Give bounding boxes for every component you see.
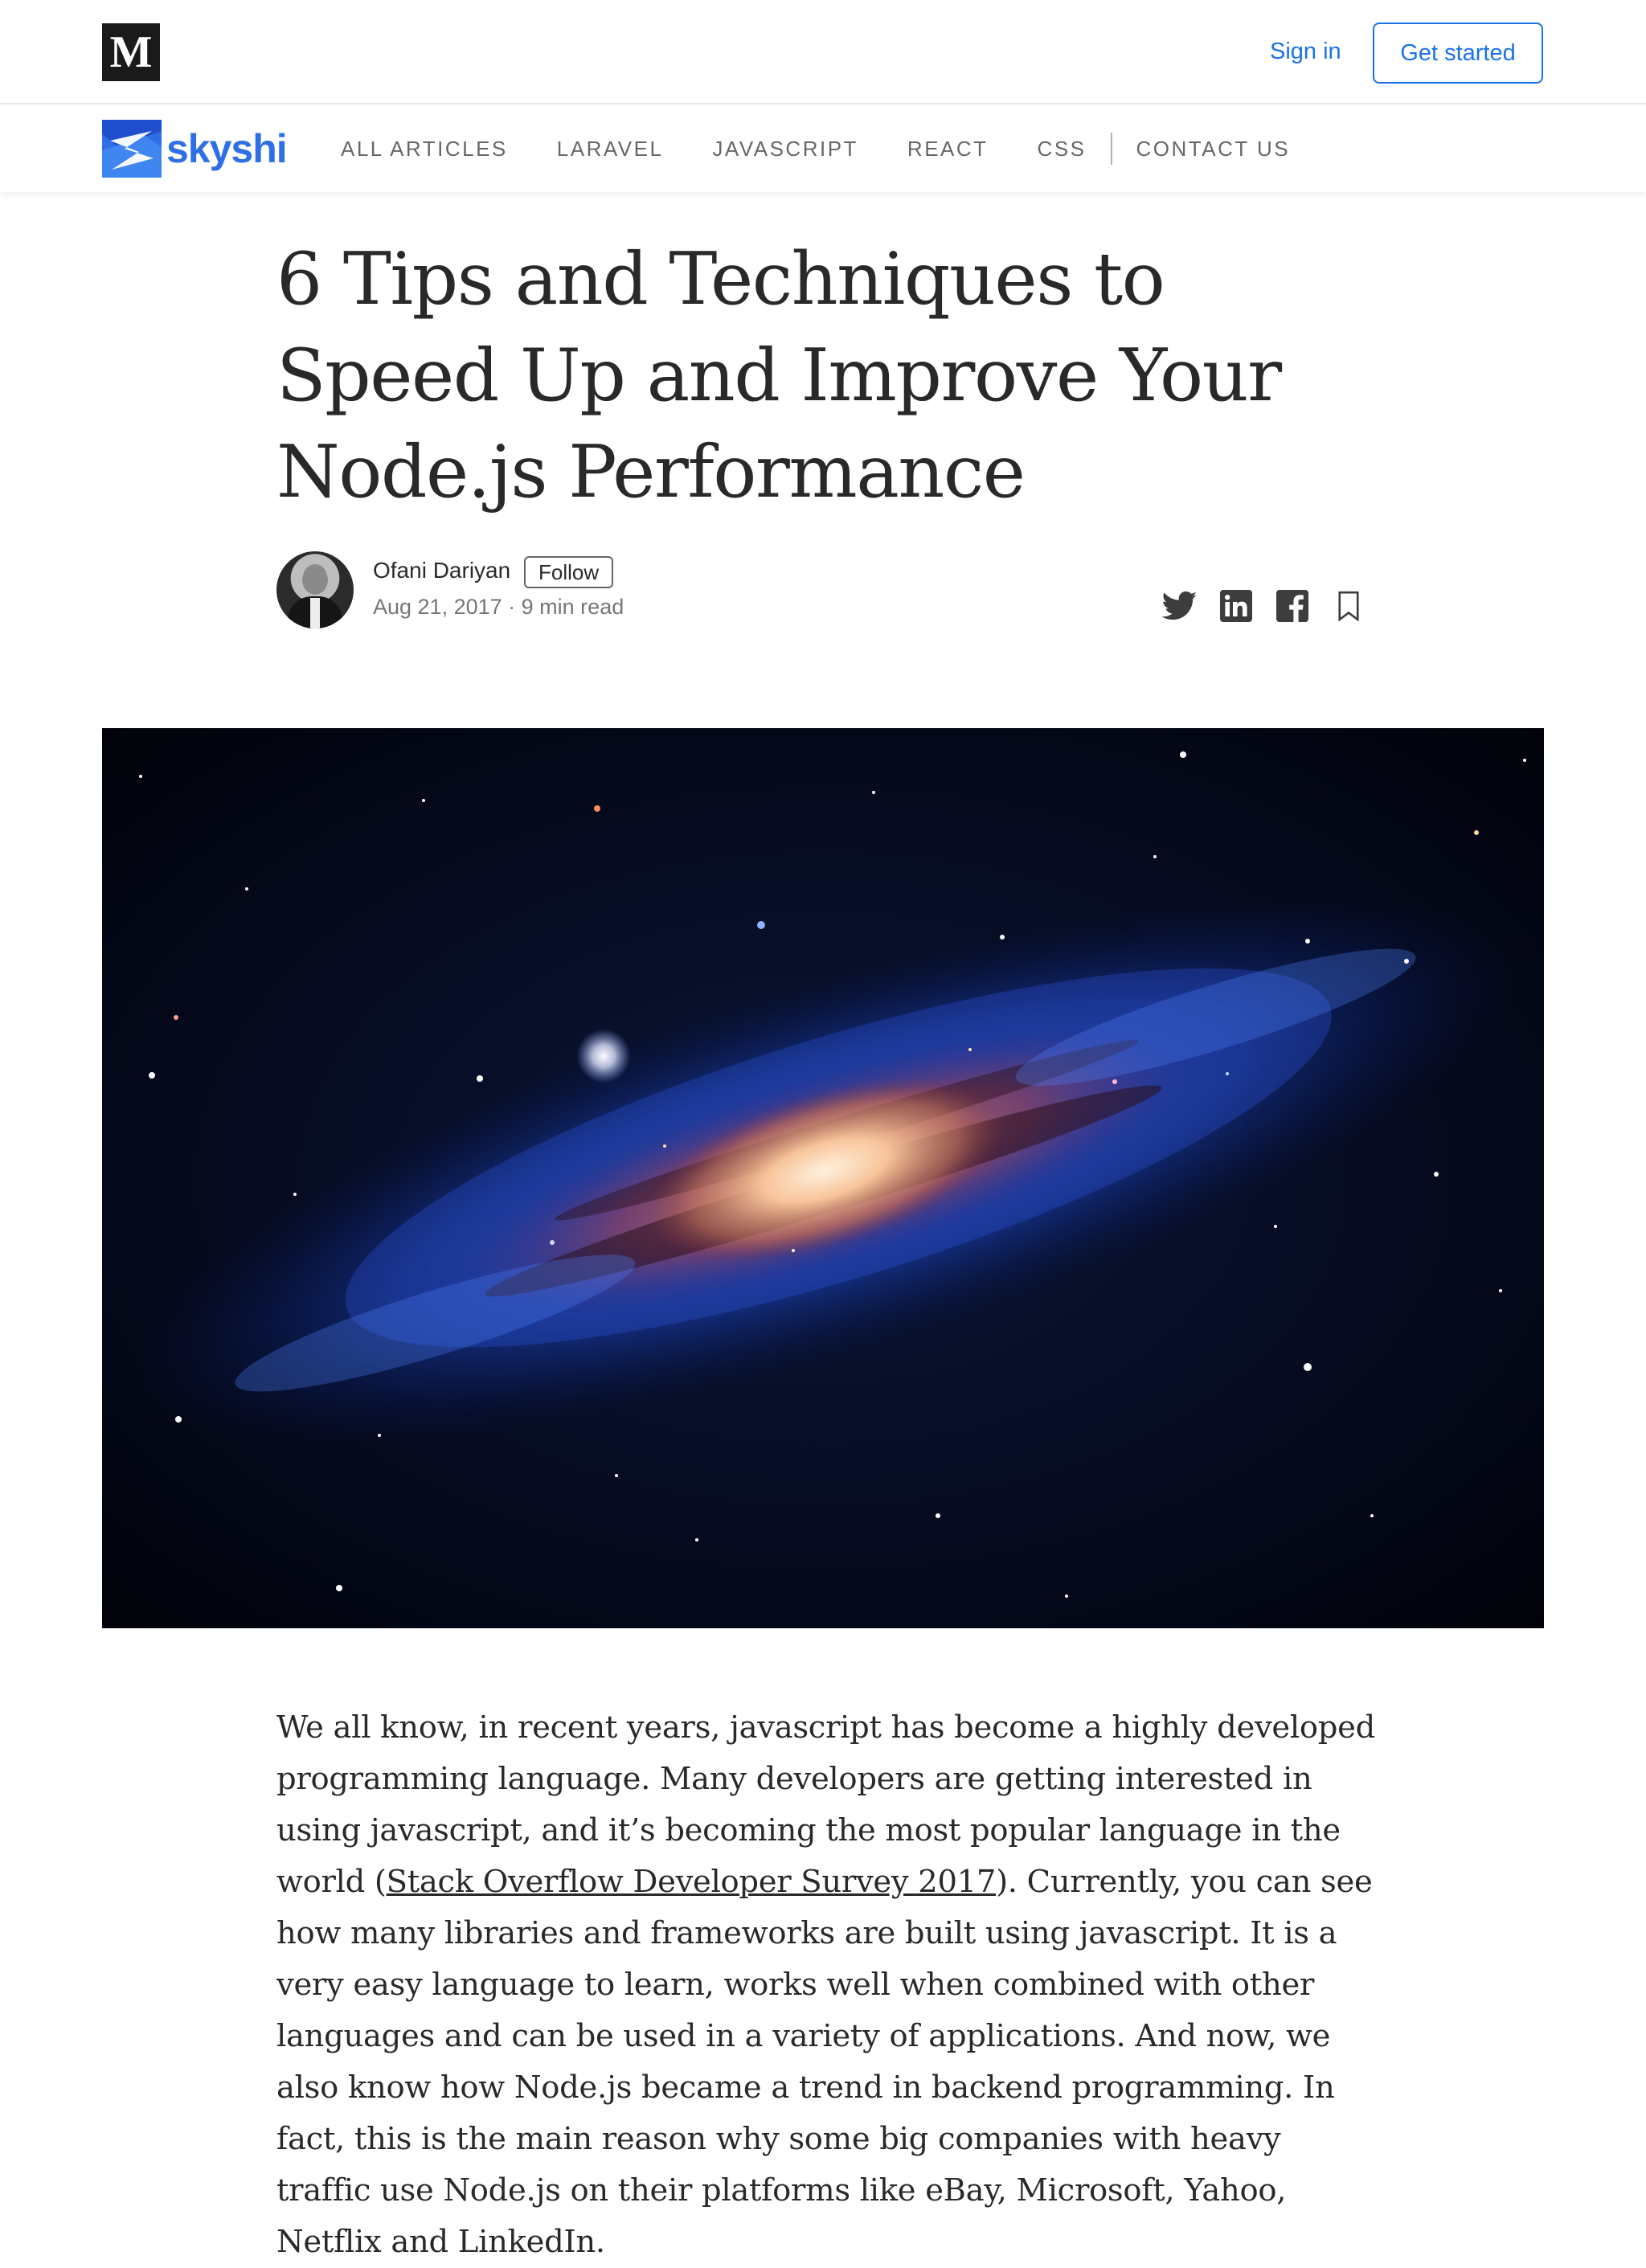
- stack-overflow-survey-link[interactable]: Stack Overflow Developer Survey 2017: [387, 1864, 997, 1900]
- avatar-face: [302, 564, 328, 595]
- get-started-button[interactable]: Get started: [1373, 23, 1543, 84]
- bookmark-button[interactable]: [1329, 587, 1368, 625]
- nav-laravel[interactable]: LARAVEL: [557, 137, 664, 162]
- author-block: Ofani Dariyan Follow Aug 21, 2017 · 9 mi…: [276, 551, 1361, 632]
- bookmark-icon: [1338, 591, 1359, 621]
- follow-button[interactable]: Follow: [524, 556, 614, 588]
- author-name[interactable]: Ofani Dariyan: [373, 558, 510, 583]
- share-linkedin-button[interactable]: [1217, 587, 1255, 625]
- sign-in-link[interactable]: Sign in: [1270, 35, 1341, 68]
- share-bar: [1161, 587, 1386, 625]
- nav-javascript[interactable]: JAVASCRIPT: [712, 137, 858, 162]
- share-twitter-button[interactable]: [1161, 587, 1199, 625]
- skyshi-wordmark: skyshi: [166, 126, 288, 171]
- article-title: 6 Tips and Techniques to Speed Up and Im…: [276, 237, 1282, 514]
- publish-date: Aug 21, 2017: [373, 595, 502, 619]
- nav-all-articles[interactable]: ALL ARTICLES: [341, 137, 508, 162]
- nav-css[interactable]: CSS: [1038, 137, 1087, 162]
- skyshi-logo[interactable]: skyshi: [102, 120, 288, 178]
- article-body: We all know, in recent years, javascript…: [276, 1702, 1378, 2268]
- medium-logo[interactable]: M: [102, 23, 160, 81]
- twitter-icon: [1162, 591, 1198, 620]
- hero-image-galaxy: [102, 728, 1544, 1628]
- nav-react[interactable]: REACT: [907, 137, 989, 162]
- publication-nav-links: ALL ARTICLES LARAVEL JAVASCRIPT REACT CS…: [341, 105, 1339, 192]
- article-meta: Aug 21, 2017 · 9 min read: [373, 595, 624, 620]
- top-bar: M Sign in Get started: [0, 0, 1646, 104]
- publication-nav: skyshi ALL ARTICLES LARAVEL JAVASCRIPT R…: [0, 105, 1646, 192]
- meta-separator: ·: [502, 595, 522, 619]
- skyshi-mark-icon: [102, 120, 162, 178]
- linkedin-icon: [1220, 590, 1252, 622]
- galaxy-illustration: [102, 728, 1544, 1628]
- read-time: 9 min read: [521, 595, 624, 619]
- facebook-icon: [1276, 590, 1308, 622]
- share-facebook-button[interactable]: [1273, 587, 1312, 625]
- body-text-end: ). Currently, you can see how many libra…: [276, 1864, 1373, 2260]
- avatar-shirt: [310, 598, 320, 628]
- nav-divider: [1110, 133, 1112, 165]
- nav-contact-us[interactable]: CONTACT US: [1136, 137, 1291, 162]
- author-avatar[interactable]: [276, 551, 354, 628]
